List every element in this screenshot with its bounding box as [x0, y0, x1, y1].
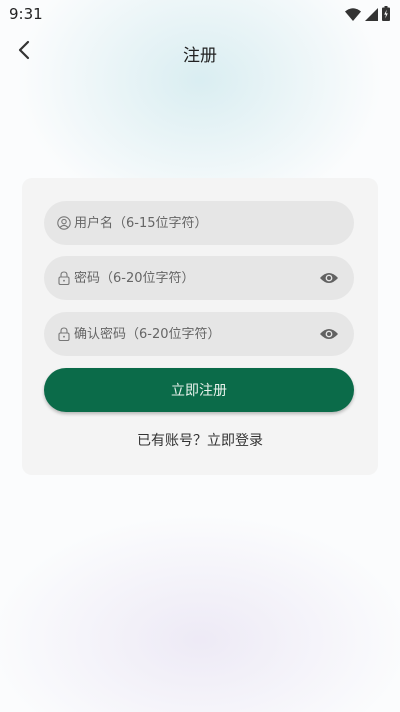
confirm-password-input[interactable]: [74, 326, 318, 342]
register-button[interactable]: 立即注册: [44, 368, 354, 412]
page-title: 注册: [183, 46, 217, 66]
user-circle-icon: [56, 215, 72, 231]
cellular-signal-icon: [365, 6, 378, 25]
status-time: 9:31: [9, 5, 43, 23]
lock-icon: [56, 270, 72, 286]
battery-charging-icon: [382, 6, 390, 25]
username-field: [44, 201, 354, 245]
password-input[interactable]: [74, 270, 318, 286]
status-bar: 9:31: [0, 0, 400, 28]
username-input[interactable]: [74, 215, 354, 231]
top-bar: 注册: [0, 30, 400, 74]
eye-icon[interactable]: [318, 326, 340, 342]
register-card: 立即注册 已有账号？立即登录: [22, 178, 378, 475]
lock-icon: [56, 326, 72, 342]
password-field: [44, 256, 354, 300]
wifi-icon: [345, 6, 361, 25]
eye-icon[interactable]: [318, 270, 340, 286]
login-link[interactable]: 已有账号？立即登录: [22, 430, 378, 450]
confirm-password-field: [44, 312, 354, 356]
status-icons: [345, 6, 390, 25]
